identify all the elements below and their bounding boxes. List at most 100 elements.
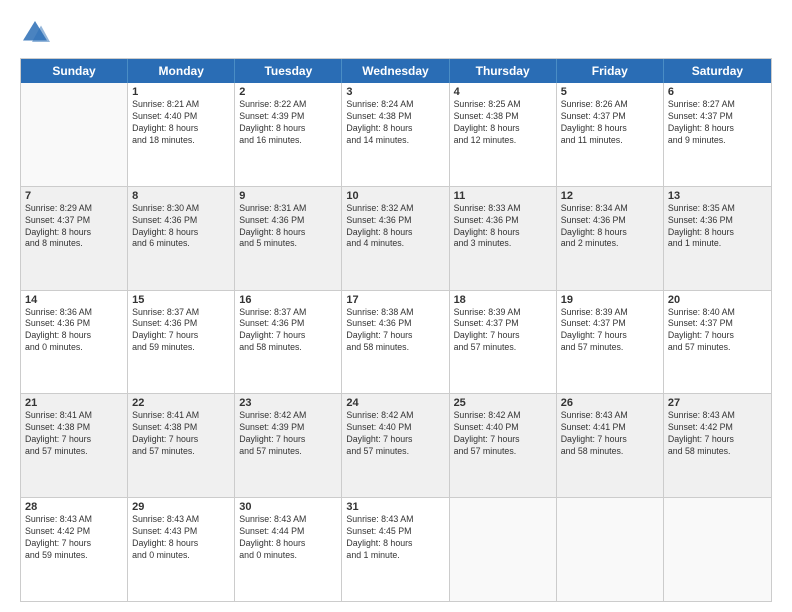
calendar-row: 14Sunrise: 8:36 AMSunset: 4:36 PMDayligh… [21,291,771,395]
cell-info: Sunrise: 8:37 AMSunset: 4:36 PMDaylight:… [132,307,230,355]
weekday-header: Wednesday [342,59,449,83]
calendar-cell: 11Sunrise: 8:33 AMSunset: 4:36 PMDayligh… [450,187,557,290]
day-number: 9 [239,190,337,202]
calendar-cell: 27Sunrise: 8:43 AMSunset: 4:42 PMDayligh… [664,394,771,497]
calendar-header: SundayMondayTuesdayWednesdayThursdayFrid… [21,59,771,83]
day-number: 14 [25,294,123,306]
cell-info: Sunrise: 8:30 AMSunset: 4:36 PMDaylight:… [132,203,230,251]
calendar-cell: 6Sunrise: 8:27 AMSunset: 4:37 PMDaylight… [664,83,771,186]
calendar-cell: 7Sunrise: 8:29 AMSunset: 4:37 PMDaylight… [21,187,128,290]
cell-info: Sunrise: 8:39 AMSunset: 4:37 PMDaylight:… [561,307,659,355]
cell-info: Sunrise: 8:27 AMSunset: 4:37 PMDaylight:… [668,99,767,147]
calendar-cell [664,498,771,601]
day-number: 16 [239,294,337,306]
cell-info: Sunrise: 8:24 AMSunset: 4:38 PMDaylight:… [346,99,444,147]
calendar-cell: 16Sunrise: 8:37 AMSunset: 4:36 PMDayligh… [235,291,342,394]
cell-info: Sunrise: 8:34 AMSunset: 4:36 PMDaylight:… [561,203,659,251]
cell-info: Sunrise: 8:39 AMSunset: 4:37 PMDaylight:… [454,307,552,355]
calendar-cell: 24Sunrise: 8:42 AMSunset: 4:40 PMDayligh… [342,394,449,497]
calendar-cell: 9Sunrise: 8:31 AMSunset: 4:36 PMDaylight… [235,187,342,290]
calendar-cell: 21Sunrise: 8:41 AMSunset: 4:38 PMDayligh… [21,394,128,497]
day-number: 11 [454,190,552,202]
calendar-cell: 17Sunrise: 8:38 AMSunset: 4:36 PMDayligh… [342,291,449,394]
calendar-row: 1Sunrise: 8:21 AMSunset: 4:40 PMDaylight… [21,83,771,187]
cell-info: Sunrise: 8:35 AMSunset: 4:36 PMDaylight:… [668,203,767,251]
weekday-header: Saturday [664,59,771,83]
calendar-cell: 4Sunrise: 8:25 AMSunset: 4:38 PMDaylight… [450,83,557,186]
cell-info: Sunrise: 8:32 AMSunset: 4:36 PMDaylight:… [346,203,444,251]
cell-info: Sunrise: 8:38 AMSunset: 4:36 PMDaylight:… [346,307,444,355]
calendar-cell: 23Sunrise: 8:42 AMSunset: 4:39 PMDayligh… [235,394,342,497]
calendar-row: 28Sunrise: 8:43 AMSunset: 4:42 PMDayligh… [21,498,771,601]
calendar-cell: 13Sunrise: 8:35 AMSunset: 4:36 PMDayligh… [664,187,771,290]
cell-info: Sunrise: 8:43 AMSunset: 4:41 PMDaylight:… [561,410,659,458]
day-number: 25 [454,397,552,409]
cell-info: Sunrise: 8:22 AMSunset: 4:39 PMDaylight:… [239,99,337,147]
calendar-cell: 10Sunrise: 8:32 AMSunset: 4:36 PMDayligh… [342,187,449,290]
calendar-cell [557,498,664,601]
day-number: 12 [561,190,659,202]
day-number: 19 [561,294,659,306]
day-number: 24 [346,397,444,409]
day-number: 21 [25,397,123,409]
calendar-cell: 8Sunrise: 8:30 AMSunset: 4:36 PMDaylight… [128,187,235,290]
weekday-header: Monday [128,59,235,83]
weekday-header: Thursday [450,59,557,83]
day-number: 30 [239,501,337,513]
cell-info: Sunrise: 8:40 AMSunset: 4:37 PMDaylight:… [668,307,767,355]
cell-info: Sunrise: 8:43 AMSunset: 4:44 PMDaylight:… [239,514,337,562]
logo-icon [20,18,50,48]
cell-info: Sunrise: 8:42 AMSunset: 4:40 PMDaylight:… [454,410,552,458]
calendar-cell: 2Sunrise: 8:22 AMSunset: 4:39 PMDaylight… [235,83,342,186]
calendar-cell [21,83,128,186]
calendar-cell: 28Sunrise: 8:43 AMSunset: 4:42 PMDayligh… [21,498,128,601]
weekday-header: Tuesday [235,59,342,83]
day-number: 22 [132,397,230,409]
calendar-cell: 1Sunrise: 8:21 AMSunset: 4:40 PMDaylight… [128,83,235,186]
weekday-header: Friday [557,59,664,83]
day-number: 15 [132,294,230,306]
day-number: 29 [132,501,230,513]
cell-info: Sunrise: 8:43 AMSunset: 4:42 PMDaylight:… [25,514,123,562]
day-number: 31 [346,501,444,513]
logo [20,18,54,48]
cell-info: Sunrise: 8:37 AMSunset: 4:36 PMDaylight:… [239,307,337,355]
day-number: 27 [668,397,767,409]
calendar-row: 21Sunrise: 8:41 AMSunset: 4:38 PMDayligh… [21,394,771,498]
day-number: 6 [668,86,767,98]
calendar-cell: 25Sunrise: 8:42 AMSunset: 4:40 PMDayligh… [450,394,557,497]
calendar-cell: 5Sunrise: 8:26 AMSunset: 4:37 PMDaylight… [557,83,664,186]
cell-info: Sunrise: 8:41 AMSunset: 4:38 PMDaylight:… [25,410,123,458]
calendar-cell: 18Sunrise: 8:39 AMSunset: 4:37 PMDayligh… [450,291,557,394]
day-number: 1 [132,86,230,98]
day-number: 28 [25,501,123,513]
day-number: 10 [346,190,444,202]
cell-info: Sunrise: 8:21 AMSunset: 4:40 PMDaylight:… [132,99,230,147]
page-header [20,18,772,48]
cell-info: Sunrise: 8:42 AMSunset: 4:39 PMDaylight:… [239,410,337,458]
calendar-cell: 3Sunrise: 8:24 AMSunset: 4:38 PMDaylight… [342,83,449,186]
day-number: 20 [668,294,767,306]
calendar-cell: 22Sunrise: 8:41 AMSunset: 4:38 PMDayligh… [128,394,235,497]
calendar: SundayMondayTuesdayWednesdayThursdayFrid… [20,58,772,602]
day-number: 5 [561,86,659,98]
calendar-row: 7Sunrise: 8:29 AMSunset: 4:37 PMDaylight… [21,187,771,291]
cell-info: Sunrise: 8:36 AMSunset: 4:36 PMDaylight:… [25,307,123,355]
day-number: 13 [668,190,767,202]
day-number: 7 [25,190,123,202]
cell-info: Sunrise: 8:25 AMSunset: 4:38 PMDaylight:… [454,99,552,147]
calendar-cell: 19Sunrise: 8:39 AMSunset: 4:37 PMDayligh… [557,291,664,394]
cell-info: Sunrise: 8:43 AMSunset: 4:43 PMDaylight:… [132,514,230,562]
calendar-cell: 12Sunrise: 8:34 AMSunset: 4:36 PMDayligh… [557,187,664,290]
cell-info: Sunrise: 8:42 AMSunset: 4:40 PMDaylight:… [346,410,444,458]
day-number: 2 [239,86,337,98]
day-number: 26 [561,397,659,409]
day-number: 23 [239,397,337,409]
cell-info: Sunrise: 8:43 AMSunset: 4:45 PMDaylight:… [346,514,444,562]
day-number: 17 [346,294,444,306]
cell-info: Sunrise: 8:43 AMSunset: 4:42 PMDaylight:… [668,410,767,458]
calendar-cell: 14Sunrise: 8:36 AMSunset: 4:36 PMDayligh… [21,291,128,394]
day-number: 3 [346,86,444,98]
calendar-cell: 29Sunrise: 8:43 AMSunset: 4:43 PMDayligh… [128,498,235,601]
calendar-cell [450,498,557,601]
